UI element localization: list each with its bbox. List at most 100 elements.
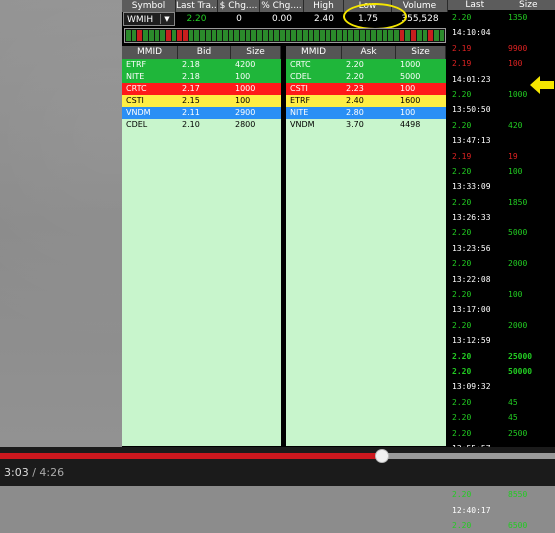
tick-mark (440, 30, 445, 41)
ts-col-last: Last (448, 0, 502, 10)
tick-mark (343, 30, 348, 41)
bid-cell-price: 2.17 (178, 83, 231, 95)
chevron-down-icon[interactable]: ▼ (160, 14, 173, 24)
ts-price: 2.20 (452, 118, 508, 133)
progress-buffered (382, 453, 555, 459)
bid-col-size: Size (231, 46, 281, 59)
ts-size: 1850 (508, 195, 555, 210)
tick-mark (126, 30, 131, 41)
ts-size: 9900 (508, 41, 555, 56)
ts-trade-row: 2.20420 (448, 118, 555, 133)
dollar-change-value: 0 (218, 12, 260, 26)
ts-size: 2000 (508, 318, 555, 333)
tick-mark (326, 30, 331, 41)
scrubber-handle[interactable] (375, 449, 389, 463)
ts-size: 100 (508, 287, 555, 302)
tick-mark (377, 30, 382, 41)
col-symbol: Symbol (122, 0, 176, 12)
tick-mark (155, 30, 160, 41)
arrow-left-icon (530, 76, 554, 94)
bid-cell-size: 4200 (231, 59, 281, 71)
tick-mark (297, 30, 302, 41)
ts-size: 2500 (508, 426, 555, 441)
ask-cell-mmid: ETRF (286, 95, 342, 107)
ts-size: 8550 (508, 487, 555, 502)
ts-trade-row: 2.201850 (448, 195, 555, 210)
tick-mark (183, 30, 188, 41)
col-dollar-change: $ Chg.... (218, 0, 260, 12)
tick-mark (434, 30, 439, 41)
ask-row[interactable]: CSTI2.23100 (286, 83, 446, 95)
bid-cell-size: 2800 (231, 119, 281, 131)
bid-cell-mmid: CDEL (122, 119, 178, 131)
ask-col-size: Size (396, 46, 446, 59)
bid-row[interactable]: VNDM2.112900 (122, 107, 281, 119)
ts-time-row: 13:12:59 (448, 333, 555, 348)
tick-mark (269, 30, 274, 41)
bid-row[interactable]: ETRF2.184200 (122, 59, 281, 71)
bid-cell-price: 2.10 (178, 119, 231, 131)
ts-size: 100 (508, 56, 555, 71)
bid-book: MMID Bid Size ETRF2.184200NITE2.18100CRT… (122, 46, 281, 446)
tick-mark (217, 30, 222, 41)
ts-size: 2000 (508, 256, 555, 271)
col-pct-change: % Chg.... (260, 0, 304, 12)
tick-mark (400, 30, 405, 41)
bid-cell-price: 2.15 (178, 95, 231, 107)
last-value: 2.20 (175, 12, 218, 26)
tick-mark (212, 30, 217, 41)
ts-trade-row: 2.199900 (448, 41, 555, 56)
ts-price: 2.20 (452, 395, 508, 410)
symbol-input[interactable]: WMIH ▼ (123, 12, 175, 26)
bid-row[interactable]: NITE2.18100 (122, 71, 281, 83)
ts-price: 2.20 (452, 410, 508, 425)
tick-mark (137, 30, 142, 41)
time-sales-header: Last Size (448, 0, 555, 10)
tick-mark (257, 30, 262, 41)
ask-row[interactable]: CDEL2.205000 (286, 71, 446, 83)
tick-mark (309, 30, 314, 41)
ts-time-row: 13:47:13 (448, 133, 555, 148)
ask-row[interactable]: NITE2.80100 (286, 107, 446, 119)
ts-trade-row: 2.202500 (448, 426, 555, 441)
ts-size: 420 (508, 118, 555, 133)
ts-size: 5000 (508, 225, 555, 240)
ts-trade-row: 2.2025000 (448, 349, 555, 364)
tick-mark (348, 30, 353, 41)
tick-mark (160, 30, 165, 41)
tick-mark (246, 30, 251, 41)
ask-row[interactable]: VNDM3.704498 (286, 119, 446, 131)
tick-mark (143, 30, 148, 41)
col-high: High (304, 0, 344, 12)
ts-size: 19 (508, 149, 555, 164)
bid-row[interactable]: CDEL2.102800 (122, 119, 281, 131)
bid-row[interactable]: CSTI2.15100 (122, 95, 281, 107)
tick-mark (229, 30, 234, 41)
ts-size: 45 (508, 410, 555, 425)
bid-cell-mmid: ETRF (122, 59, 178, 71)
tick-mark (274, 30, 279, 41)
ask-row[interactable]: CRTC2.201000 (286, 59, 446, 71)
ts-trade-row: 2.2045 (448, 410, 555, 425)
tick-mark (149, 30, 154, 41)
time-display: 3:03 / 4:26 (4, 466, 64, 480)
progress-played (0, 453, 382, 459)
ts-time-row: 13:22:08 (448, 272, 555, 287)
ask-row[interactable]: ETRF2.401600 (286, 95, 446, 107)
ask-cell-price: 2.20 (342, 59, 396, 71)
ts-trade-row: 2.2045 (448, 395, 555, 410)
tick-mark (234, 30, 239, 41)
tick-mark (394, 30, 399, 41)
ask-cell-mmid: VNDM (286, 119, 342, 131)
tick-mark (371, 30, 376, 41)
ask-cell-mmid: CSTI (286, 83, 342, 95)
ask-cell-size: 4498 (396, 119, 446, 131)
pct-change-value: 0.00 (260, 12, 304, 26)
ts-trade-row: 2.208550 (448, 487, 555, 502)
ts-time-row: 13:50:50 (448, 102, 555, 117)
bid-cell-mmid: VNDM (122, 107, 178, 119)
bid-cell-price: 2.18 (178, 71, 231, 83)
ts-size: 25000 (508, 349, 555, 364)
bid-row[interactable]: CRTC2.171000 (122, 83, 281, 95)
ts-time-row: 13:09:32 (448, 379, 555, 394)
